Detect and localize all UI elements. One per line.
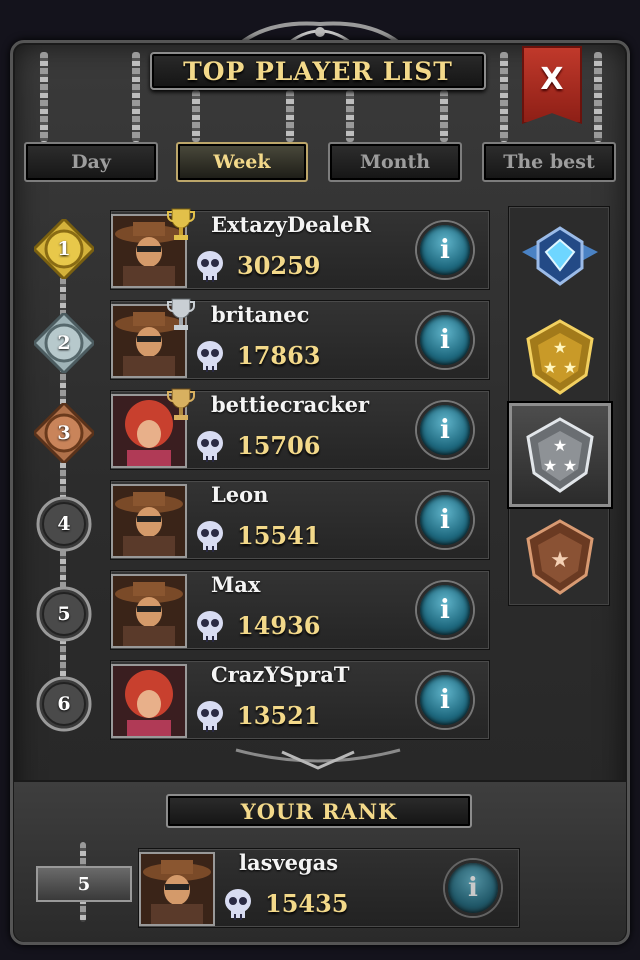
info-button[interactable]: i: [417, 402, 473, 458]
silver-league-icon: ★ ★ ★: [526, 417, 594, 493]
skull-icon: [197, 341, 223, 372]
player-name: Max: [211, 572, 261, 597]
info-icon: i: [440, 415, 450, 445]
avatar: [111, 574, 187, 648]
player-name: lasvegas: [239, 850, 339, 875]
skull-icon: [197, 521, 223, 552]
bronze-trophy-icon: [167, 388, 195, 420]
svg-text:★: ★: [553, 338, 567, 357]
svg-text:★: ★: [553, 436, 567, 455]
tab-label: The best: [503, 151, 595, 173]
player-score: 30259: [237, 251, 321, 280]
svg-text:★: ★: [563, 456, 577, 475]
your-rank-label: YOUR RANK: [240, 798, 398, 824]
close-icon: X: [540, 62, 564, 97]
svg-text:★: ★: [550, 548, 570, 573]
player-score: 17863: [237, 341, 321, 370]
player-score: 13521: [237, 701, 321, 730]
my-rank-box: 5: [36, 866, 132, 902]
diamond-league-icon: [522, 226, 598, 286]
rank-number: 4: [57, 513, 71, 535]
avatar: [139, 852, 215, 926]
info-button[interactable]: i: [417, 582, 473, 638]
skull-icon: [225, 889, 251, 920]
tab-day[interactable]: Day: [24, 142, 158, 182]
my-player-row[interactable]: lasvegas 15435 i: [138, 848, 520, 928]
rank-number: 6: [57, 693, 71, 715]
tab-label: Week: [213, 151, 271, 173]
skull-icon: [197, 611, 223, 642]
rank-number: 3: [57, 422, 71, 444]
chain-decoration: [440, 90, 448, 142]
chain-decoration: [60, 230, 66, 730]
league-silver[interactable]: ★ ★ ★: [509, 403, 611, 507]
page-title: TOP PLAYER LIST: [183, 56, 453, 86]
player-name: CrazYSpraT: [211, 662, 350, 687]
player-name: bettiecracker: [211, 392, 370, 417]
skull-icon: [197, 701, 223, 732]
table-row[interactable]: Max 14936 i: [110, 570, 490, 650]
svg-text:★: ★: [543, 358, 557, 377]
player-name: Leon: [211, 482, 269, 507]
avatar: [111, 484, 187, 558]
player-score: 14936: [237, 611, 321, 640]
player-name: britanec: [211, 302, 310, 327]
info-icon: i: [440, 685, 450, 715]
svg-text:★: ★: [543, 456, 557, 475]
avatar: [111, 664, 187, 738]
gold-league-icon: ★ ★ ★: [526, 319, 594, 395]
info-icon: i: [440, 595, 450, 625]
rank-number: 1: [57, 238, 71, 260]
info-icon: i: [440, 505, 450, 535]
chain-decoration: [132, 52, 140, 142]
skull-icon: [197, 431, 223, 462]
league-bronze[interactable]: ★: [509, 507, 611, 607]
skull-icon: [197, 251, 223, 282]
close-button[interactable]: X: [522, 46, 582, 124]
player-score: 15706: [237, 431, 321, 460]
table-row[interactable]: Leon 15541 i: [110, 480, 490, 560]
table-row[interactable]: CrazYSpraT 13521 i: [110, 660, 490, 740]
rank-number: 2: [57, 332, 71, 354]
rank-number: 5: [57, 603, 71, 625]
tab-month[interactable]: Month: [328, 142, 462, 182]
player-list: 1 ExtazyDealeR 30259 i 2 britanec 17863 …: [24, 200, 492, 748]
table-row[interactable]: bettiecracker 15706 i: [110, 388, 490, 470]
divider-ornament: [235, 748, 401, 770]
title-plate: TOP PLAYER LIST: [150, 52, 486, 90]
chain-decoration: [500, 52, 508, 142]
chain-decoration: [40, 52, 48, 142]
league-gold[interactable]: ★ ★ ★: [509, 307, 611, 407]
my-rank-number: 5: [77, 873, 91, 895]
league-diamond[interactable]: [509, 207, 611, 307]
your-rank-title: YOUR RANK: [166, 794, 472, 828]
info-button[interactable]: i: [417, 312, 473, 368]
gold-trophy-icon: [167, 208, 195, 240]
chain-decoration: [286, 90, 294, 142]
chain-decoration: [594, 52, 602, 142]
info-button[interactable]: i: [417, 492, 473, 548]
player-score: 15541: [237, 521, 321, 550]
tab-label: Month: [359, 151, 431, 173]
info-button[interactable]: i: [417, 222, 473, 278]
bronze-league-icon: ★: [526, 519, 594, 595]
info-icon: i: [440, 235, 450, 265]
tab-the-best[interactable]: The best: [482, 142, 616, 182]
chain-decoration: [192, 90, 200, 142]
svg-text:★: ★: [563, 358, 577, 377]
info-icon: i: [468, 873, 478, 903]
info-button[interactable]: i: [417, 672, 473, 728]
info-icon: i: [440, 325, 450, 355]
player-name: ExtazyDealeR: [211, 212, 371, 237]
tab-week[interactable]: Week: [176, 142, 308, 182]
league-selector: ★ ★ ★ ★ ★ ★ ★: [508, 206, 611, 607]
player-score: 15435: [265, 889, 349, 918]
chain-decoration: [346, 90, 354, 142]
table-row[interactable]: britanec 17863 i: [110, 298, 490, 380]
silver-trophy-icon: [167, 298, 195, 330]
tab-label: Day: [71, 151, 111, 173]
info-button[interactable]: i: [445, 860, 501, 916]
table-row[interactable]: ExtazyDealeR 30259 i: [110, 208, 490, 290]
